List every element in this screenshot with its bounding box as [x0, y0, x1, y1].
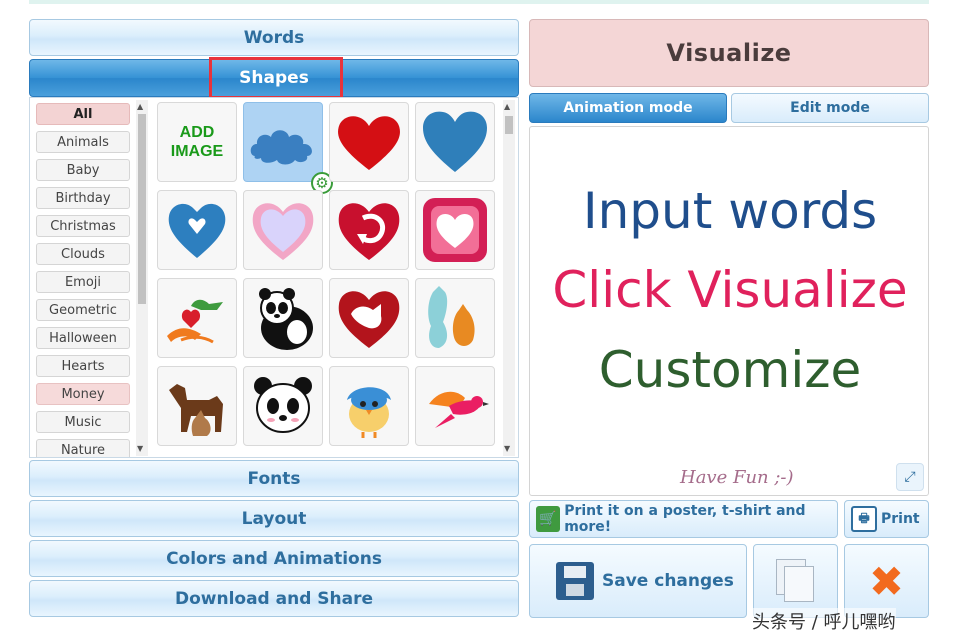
- heart-button-tile[interactable]: [415, 190, 495, 270]
- save-changes-label: Save changes: [602, 571, 734, 591]
- print-poster-button[interactable]: 🛒 Print it on a poster, t-shirt and more…: [529, 500, 838, 538]
- panda-face-icon: [254, 377, 312, 433]
- category-item[interactable]: Music: [36, 411, 130, 433]
- scroll-down-arrow-icon[interactable]: ▼: [504, 445, 510, 453]
- heart-hands-icon: [167, 299, 223, 344]
- layout-section-header[interactable]: Layout: [29, 500, 519, 537]
- add-image-label-2: IMAGE: [170, 143, 224, 160]
- category-item[interactable]: Money: [36, 383, 130, 405]
- heart-hands-tile[interactable]: [157, 278, 237, 358]
- category-item[interactable]: All: [36, 103, 130, 125]
- category-item[interactable]: Nature: [36, 439, 130, 457]
- category-scroll-thumb[interactable]: [138, 114, 146, 304]
- category-item[interactable]: Hearts: [36, 355, 130, 377]
- blue-bird-tile[interactable]: [329, 366, 409, 446]
- have-fun-text: Have Fun ;-): [680, 467, 794, 488]
- shapes-highlight-box: [209, 57, 343, 99]
- top-strip: [29, 0, 929, 4]
- category-scrollbar[interactable]: ▲ ▼: [136, 100, 148, 456]
- print-poster-label: Print it on a poster, t-shirt and more!: [564, 503, 806, 535]
- shapes-scrollbar[interactable]: ▲ ▼: [503, 100, 515, 456]
- scroll-down-arrow-icon[interactable]: ▼: [137, 445, 143, 453]
- cat-dog-icon: [428, 286, 475, 348]
- blue-heart-tile[interactable]: [415, 102, 495, 182]
- copy-document-icon: [775, 559, 816, 603]
- copy-button[interactable]: [753, 544, 838, 618]
- heart-button-icon: [423, 198, 487, 262]
- panda-tile[interactable]: [243, 278, 323, 358]
- edit-mode-tab[interactable]: Edit mode: [731, 93, 929, 123]
- preview-line-2: Click Visualize: [552, 261, 908, 319]
- animation-mode-tab[interactable]: Animation mode: [529, 93, 727, 123]
- colors-animations-section-header[interactable]: Colors and Animations: [29, 540, 519, 577]
- delete-button[interactable]: ✖: [844, 544, 929, 618]
- add-image-tile[interactable]: ADD IMAGE: [157, 102, 237, 182]
- panda-face-tile[interactable]: [243, 366, 323, 446]
- cloud-shape-tile[interactable]: [243, 102, 323, 182]
- category-item[interactable]: Baby: [36, 159, 130, 181]
- category-item[interactable]: Halloween: [36, 327, 130, 349]
- flying-bird-icon: [429, 391, 489, 428]
- category-item[interactable]: Clouds: [36, 243, 130, 265]
- category-item[interactable]: Christmas: [36, 215, 130, 237]
- preview-canvas[interactable]: Input words Click Visualize Customize Ha…: [529, 126, 929, 496]
- heart-cat-icon: [338, 291, 400, 348]
- dog-cat-silhouette-tile[interactable]: [157, 366, 237, 446]
- watermark-text: 头条号 / 呼儿嘿哟: [752, 608, 896, 634]
- cat-dog-tile[interactable]: [415, 278, 495, 358]
- blue-heart-hole-tile[interactable]: [157, 190, 237, 270]
- shopping-cart-icon: 🛒: [536, 506, 561, 532]
- preview-line-3: Customize: [598, 341, 862, 399]
- floppy-disk-icon: [556, 562, 594, 600]
- download-share-section-header[interactable]: Download and Share: [29, 580, 519, 617]
- fonts-section-header[interactable]: Fonts: [29, 460, 519, 497]
- scroll-up-arrow-icon[interactable]: ▲: [137, 103, 143, 111]
- red-heart-tile[interactable]: [329, 102, 409, 182]
- blue-heart-icon: [423, 111, 487, 172]
- close-x-icon: ✖: [868, 556, 905, 606]
- lavender-heart-tile[interactable]: [243, 190, 323, 270]
- category-item[interactable]: Animals: [36, 131, 130, 153]
- red-heart-icon: [338, 116, 400, 170]
- save-changes-button[interactable]: Save changes: [529, 544, 747, 618]
- blue-bird-icon: [347, 387, 391, 438]
- print-label: Print: [881, 511, 920, 527]
- dog-cat-silhouette-icon: [169, 384, 223, 436]
- category-item[interactable]: Geometric: [36, 299, 130, 321]
- add-image-label-1: ADD: [179, 124, 215, 141]
- category-item[interactable]: Birthday: [36, 187, 130, 209]
- scroll-up-arrow-icon[interactable]: ▲: [504, 103, 510, 111]
- preview-line-1: Input words: [582, 182, 878, 240]
- heart-outline-icon: [252, 203, 314, 260]
- shapes-scroll-thumb[interactable]: [505, 116, 513, 134]
- flying-bird-tile[interactable]: [415, 366, 495, 446]
- heart-arrow-icon: [338, 203, 400, 260]
- fullscreen-icon[interactable]: ⤢: [896, 463, 924, 491]
- words-section-header[interactable]: Words: [29, 19, 519, 56]
- cloud-icon: [250, 130, 312, 165]
- panda-icon: [259, 288, 313, 350]
- visualize-button[interactable]: Visualize: [529, 19, 929, 87]
- category-item[interactable]: Emoji: [36, 271, 130, 293]
- heart-arrow-tile[interactable]: [329, 190, 409, 270]
- print-button[interactable]: 🖶 Print: [844, 500, 929, 538]
- heart-cat-tile[interactable]: [329, 278, 409, 358]
- printer-icon: 🖶: [851, 506, 877, 532]
- heart-icon: [168, 203, 226, 258]
